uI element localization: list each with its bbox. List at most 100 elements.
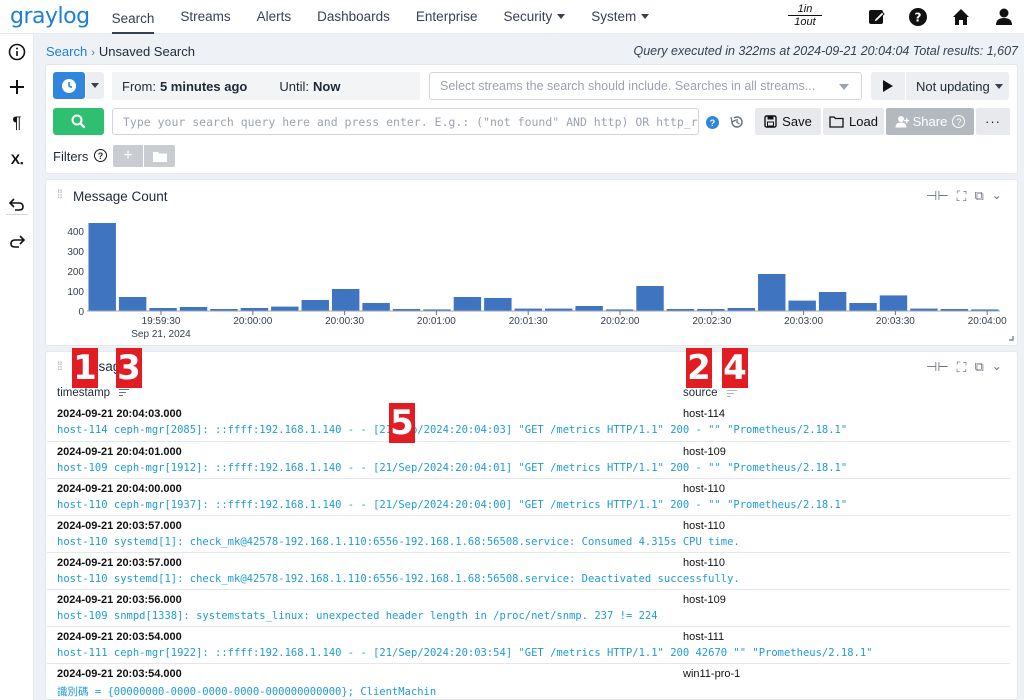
time-range-type-button[interactable]	[53, 72, 85, 99]
info-icon[interactable]	[7, 42, 27, 62]
help-icon[interactable]: ?	[908, 7, 928, 27]
left-sidebar: ¶ X ▪	[0, 34, 34, 700]
expand-icon[interactable]: ⛶	[957, 188, 967, 205]
help-icon[interactable]: ?	[952, 115, 966, 128]
sort-icon[interactable]	[119, 389, 129, 396]
table-row[interactable]: 2024-09-21 20:03:57.000 host-110 host-110 …	[47, 515, 1010, 552]
parameter-icon[interactable]: X ▪	[7, 149, 27, 169]
sort-icon[interactable]	[727, 390, 737, 397]
table-row[interactable]: 2024-09-21 20:04:00.000 host-110 host-110 …	[47, 478, 1010, 515]
resize-handle-icon[interactable]	[1009, 336, 1014, 341]
expand-icon[interactable]: ⛶	[957, 359, 967, 376]
focus-icon[interactable]: ⊣⊢	[926, 359, 949, 376]
widget-toolbar: ⊣⊢ ⛶ ⧉ ⌄	[926, 359, 1002, 376]
table-row[interactable]: 2024-09-21 20:03:57.000 host-110 host-110 …	[47, 552, 1010, 589]
paragraph-icon[interactable]: ¶	[7, 113, 27, 133]
nav-system[interactable]: System	[591, 0, 650, 34]
share-button[interactable]: Share ?	[886, 108, 974, 135]
play-icon[interactable]	[871, 80, 905, 92]
undo-icon[interactable]	[7, 194, 27, 214]
bar[interactable]	[758, 274, 786, 311]
bar[interactable]	[88, 223, 116, 311]
bar[interactable]	[362, 303, 390, 311]
history-icon[interactable]	[729, 114, 745, 130]
bar[interactable]	[788, 300, 816, 311]
message-text: host-110 systemd[1]: check_mk@42578-192.…	[57, 536, 740, 548]
search-button[interactable]	[53, 108, 104, 135]
drag-handle-icon[interactable]: ⁞⁞	[57, 360, 63, 372]
save-button[interactable]: Save	[755, 108, 821, 135]
nav-alerts[interactable]: Alerts	[257, 0, 292, 34]
redo-icon[interactable]	[7, 231, 27, 251]
message-timestamp: 2024-09-21 20:03:54.000	[57, 631, 182, 643]
time-range-display[interactable]: From: 5 minutes ago Until: Now	[112, 72, 420, 100]
widget-title: Message Count	[73, 189, 168, 204]
bar[interactable]	[818, 292, 847, 311]
search-query-input[interactable]: Type your search query here and press en…	[112, 108, 699, 135]
message-text: host-109 ceph-mgr[1912]: ::ffff:192.168.…	[57, 462, 848, 474]
edit-icon[interactable]	[867, 7, 887, 27]
chevron-down-icon[interactable]: ⌄	[992, 359, 1002, 376]
refresh-control[interactable]: Not updating	[871, 72, 1009, 100]
message-source: host-114	[683, 408, 725, 420]
bar[interactable]	[636, 286, 664, 311]
home-icon[interactable]	[951, 7, 971, 27]
bar[interactable]	[849, 303, 877, 311]
user-icon[interactable]	[994, 7, 1014, 27]
load-filter-button[interactable]	[144, 145, 175, 167]
message-source: win11-pro-1	[683, 668, 741, 680]
breadcrumb-search-link[interactable]: Search	[46, 44, 87, 59]
nav-streams[interactable]: Streams	[180, 0, 230, 34]
nav-search[interactable]: Search	[111, 6, 155, 34]
throughput-indicator[interactable]: 1in 1out	[788, 3, 822, 28]
focus-icon[interactable]: ⊣⊢	[926, 188, 949, 205]
throughput-in: 1in	[797, 3, 813, 15]
plus-icon[interactable]	[7, 77, 27, 97]
message-text: host-110 systemd[1]: check_mk@42578-192.…	[57, 573, 740, 585]
bar[interactable]	[575, 306, 603, 311]
graylog-logo[interactable]: graylog	[10, 4, 90, 29]
filters-label: Filters	[53, 149, 89, 164]
message-timestamp: 2024-09-21 20:03:56.000	[57, 594, 182, 606]
nav-security[interactable]: Security	[503, 0, 566, 34]
streams-select[interactable]: Select streams the search should include…	[429, 72, 862, 100]
edit-widget-icon[interactable]: ⧉	[974, 359, 983, 376]
bar[interactable]	[301, 300, 329, 311]
message-count-chart[interactable]: 0 100 200 300 400 19:59:30 20:00:00 20:00:30 20:…	[45, 212, 1018, 346]
load-button[interactable]: Load	[823, 108, 884, 135]
bar[interactable]	[453, 297, 482, 311]
table-row[interactable]: 2024-09-21 20:04:03.000 host-114 host-114 …	[47, 404, 1010, 441]
nav-enterprise[interactable]: Enterprise	[416, 0, 478, 34]
bar[interactable]	[118, 297, 147, 311]
filters-help-icon[interactable]: ?	[94, 149, 107, 162]
time-range-dropdown[interactable]	[86, 72, 104, 99]
x-date-label: Sep 21, 2024	[131, 329, 191, 340]
drag-handle-icon[interactable]: ⁞⁞	[57, 188, 63, 200]
edit-widget-icon[interactable]: ⧉	[974, 188, 983, 205]
table-row[interactable]: 2024-09-21 20:04:01.000 host-109 host-109 …	[47, 441, 1010, 478]
more-actions-button[interactable]: ···	[976, 108, 1010, 135]
annotation-marker: 4	[722, 348, 748, 388]
column-header-source[interactable]: source	[683, 387, 718, 399]
table-row[interactable]: 2024-09-21 20:03:56.000 host-109 host-109 …	[47, 589, 1010, 626]
x-tick-label: 20:00:30	[325, 316, 364, 327]
folder-icon	[829, 116, 844, 128]
column-header-timestamp[interactable]: timestamp	[57, 387, 110, 399]
bar[interactable]	[484, 298, 512, 311]
query-validation-icon[interactable]: ?	[706, 116, 719, 129]
chevron-down-icon[interactable]: ⌄	[992, 188, 1002, 205]
chevron-down-icon	[839, 84, 849, 90]
bar[interactable]	[879, 295, 908, 311]
message-source: host-109	[683, 594, 726, 606]
breadcrumb: Search › Unsaved Search	[46, 44, 195, 59]
add-filter-button[interactable]: +	[113, 145, 143, 167]
table-row[interactable]: 2024-09-21 20:03:54.000 host-111 host-111 …	[47, 626, 1010, 663]
breadcrumb-current: Unsaved Search	[98, 44, 195, 59]
bar[interactable]	[331, 289, 360, 311]
bar[interactable]	[271, 306, 299, 311]
table-row[interactable]: 2024-09-21 20:03:54.000 win11-pro-1 識別碼 = …	[47, 663, 1010, 700]
y-tick-label: 300	[67, 247, 84, 258]
bar[interactable]	[179, 307, 208, 311]
add-user-icon	[895, 116, 909, 128]
nav-dashboards[interactable]: Dashboards	[317, 0, 390, 34]
